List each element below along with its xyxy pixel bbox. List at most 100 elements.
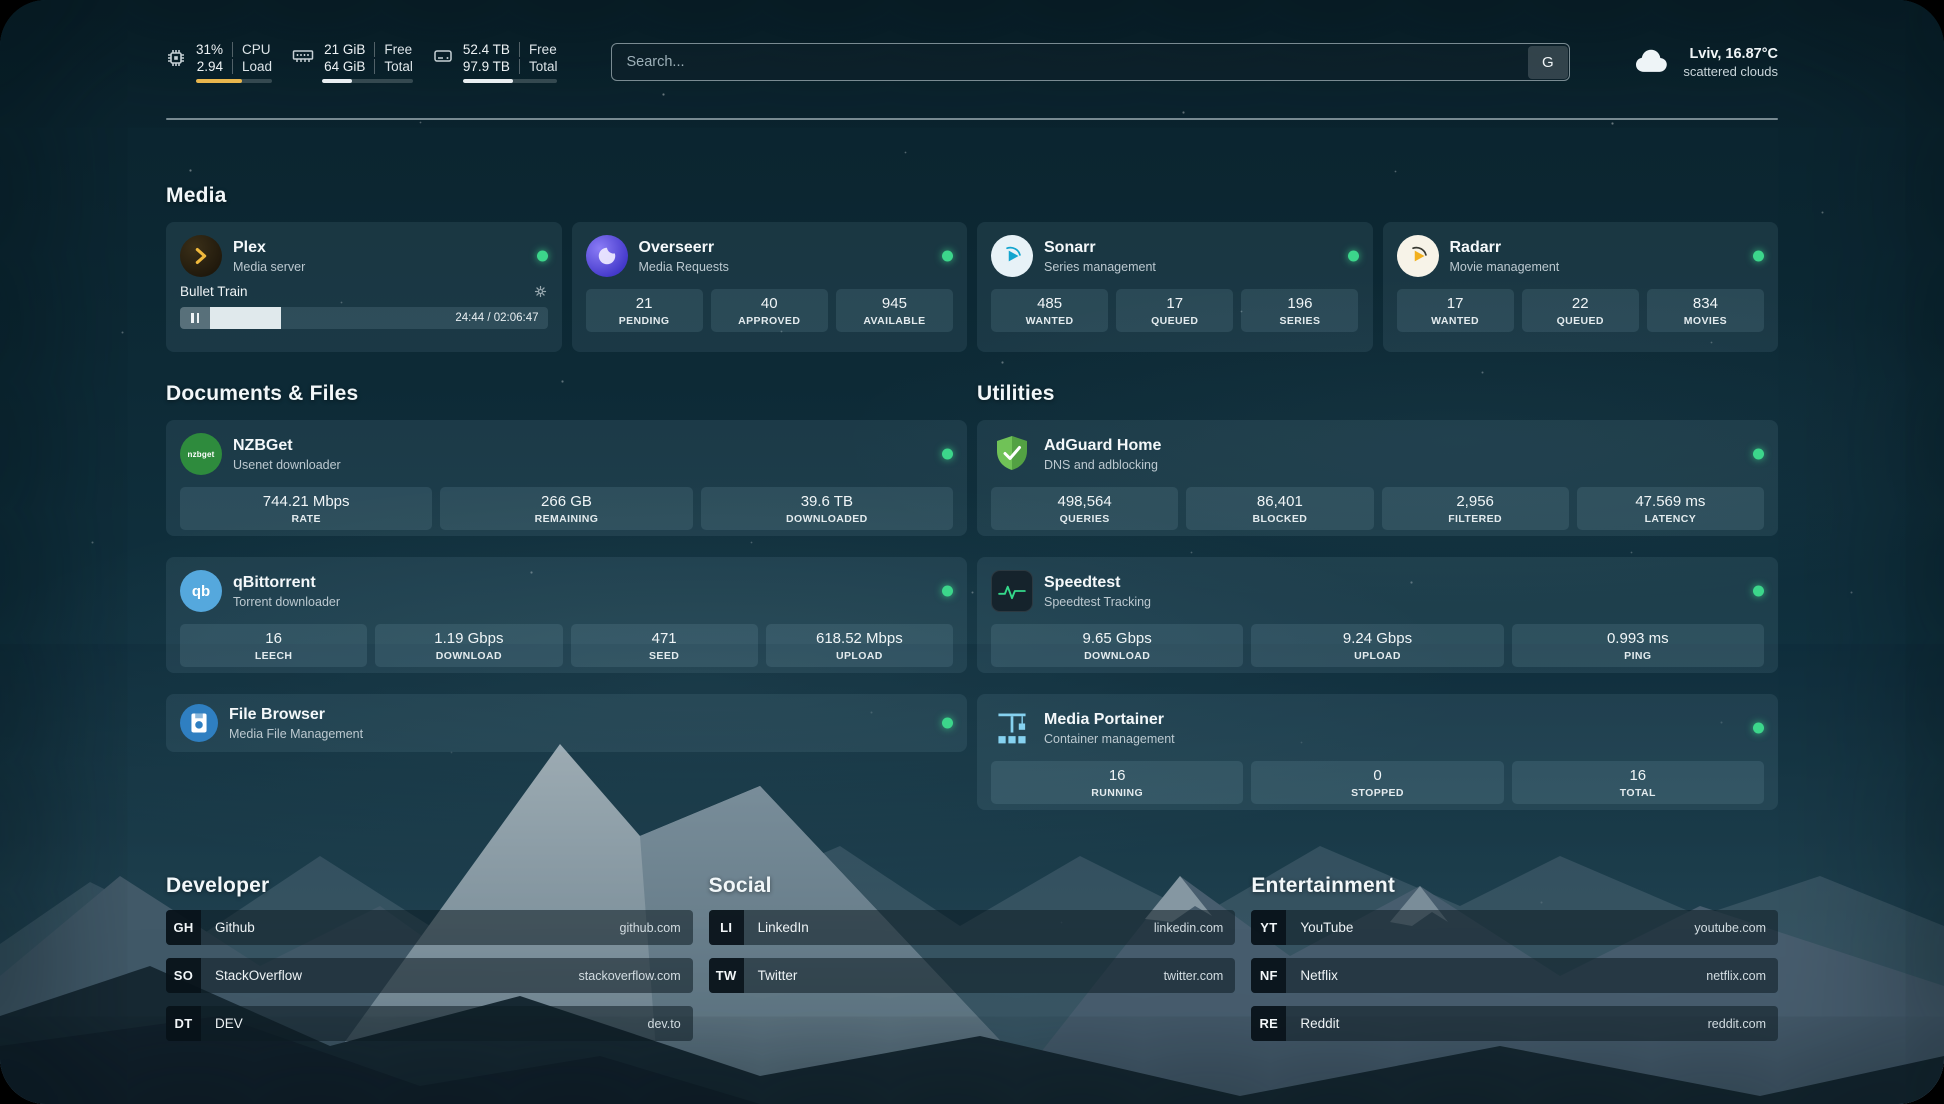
qbittorrent-icon-text: qb	[192, 583, 210, 600]
cpu-load: 2.94	[196, 59, 232, 74]
youtube-badge-icon: YT	[1251, 910, 1286, 945]
pause-button[interactable]	[180, 307, 210, 329]
nzbget-icon-text: nzbget	[188, 450, 215, 459]
link-twitter[interactable]: TW Twitter twitter.com	[709, 958, 1236, 993]
link-github[interactable]: GH Github github.com	[166, 910, 693, 945]
link-linkedin[interactable]: LI LinkedIn linkedin.com	[709, 910, 1236, 945]
disk-total: 97.9 TB	[463, 59, 519, 74]
stat-value: 17	[1120, 295, 1229, 312]
link-name: Netflix	[1300, 968, 1338, 983]
stat-label: QUERIES	[995, 513, 1174, 525]
background-snow-specks	[0, 0, 1, 1]
cpu-load-label: Load	[232, 59, 272, 74]
stat-label: DOWNLOAD	[995, 650, 1239, 662]
card-portainer[interactable]: Media Portainer Container management 16 …	[977, 694, 1778, 810]
section-title-developer: Developer	[166, 874, 693, 898]
app-desc: Media server	[233, 260, 305, 274]
app-name: Speedtest	[1044, 574, 1151, 592]
app-desc: Usenet downloader	[233, 458, 341, 472]
stat-label: LATENCY	[1581, 513, 1760, 525]
cpu-label: CPU	[232, 42, 272, 57]
social-column: Social LI LinkedIn linkedin.com TW Twitt…	[709, 874, 1236, 993]
topbar-divider	[166, 118, 1778, 120]
stat-label: RUNNING	[995, 787, 1239, 799]
stat-box: 16 LEECH	[180, 624, 367, 667]
card-filebrowser[interactable]: File Browser Media File Management	[166, 694, 967, 752]
stat-label: BLOCKED	[1190, 513, 1369, 525]
memory-usage-fill	[322, 79, 352, 83]
stat-box: 17 QUEUED	[1116, 289, 1233, 332]
link-url: linkedin.com	[1154, 921, 1223, 935]
disk-total-label: Total	[519, 59, 558, 74]
stat-label: DOWNLOADED	[705, 513, 949, 525]
status-dot	[1753, 586, 1764, 597]
stat-value: 0	[1255, 767, 1499, 784]
search-input[interactable]	[611, 43, 1570, 81]
stat-box: 1.19 Gbps DOWNLOAD	[375, 624, 562, 667]
app-desc: Movie management	[1450, 260, 1560, 274]
radarr-icon	[1397, 235, 1439, 277]
card-qbittorrent[interactable]: qb qBittorrent Torrent downloader 16	[166, 557, 967, 673]
app-name: AdGuard Home	[1044, 437, 1161, 455]
gear-icon[interactable]	[533, 284, 548, 299]
stat-value: 196	[1245, 295, 1354, 312]
link-netflix[interactable]: NF Netflix netflix.com	[1251, 958, 1778, 993]
cpu-usage-bar	[196, 79, 272, 83]
media-card-grid: Plex Media server Bullet Train	[166, 222, 1778, 352]
documents-column: Documents & Files nzbget NZBGet Usenet d…	[166, 382, 967, 752]
disk-usage-fill	[463, 79, 513, 83]
twitter-badge-icon: TW	[709, 958, 744, 993]
stat-value: 9.24 Gbps	[1255, 630, 1499, 647]
cloud-icon	[1632, 45, 1670, 80]
link-youtube[interactable]: YT YouTube youtube.com	[1251, 910, 1778, 945]
stat-box: 86,401 BLOCKED	[1186, 487, 1373, 530]
github-badge-icon: GH	[166, 910, 201, 945]
card-adguard[interactable]: AdGuard Home DNS and adblocking 498,564 …	[977, 420, 1778, 536]
app-name: Plex	[233, 239, 305, 257]
section-title-utilities: Utilities	[977, 382, 1778, 406]
link-name: Github	[215, 920, 255, 935]
stat-value: 16	[1516, 767, 1760, 784]
link-stackoverflow[interactable]: SO StackOverflow stackoverflow.com	[166, 958, 693, 993]
stat-label: SEED	[575, 650, 754, 662]
card-overseerr[interactable]: Overseerr Media Requests 21 PENDING 40 A…	[572, 222, 968, 352]
card-sonarr[interactable]: Sonarr Series management 485 WANTED 17 Q…	[977, 222, 1373, 352]
stat-box: 945 AVAILABLE	[836, 289, 953, 332]
section-title-documents: Documents & Files	[166, 382, 967, 406]
stat-label: WANTED	[995, 315, 1104, 327]
stat-value: 47.569 ms	[1581, 493, 1760, 510]
status-dot	[1753, 251, 1764, 262]
cpu-usage-fill	[196, 79, 242, 83]
section-title-entertainment: Entertainment	[1251, 874, 1778, 898]
card-radarr[interactable]: Radarr Movie management 17 WANTED 22 QUE…	[1383, 222, 1779, 352]
link-name: DEV	[215, 1016, 243, 1031]
link-dev[interactable]: DT DEV dev.to	[166, 1006, 693, 1041]
card-plex[interactable]: Plex Media server Bullet Train	[166, 222, 562, 352]
entertainment-column: Entertainment YT YouTube youtube.com NF …	[1251, 874, 1778, 1041]
memory-free-label: Free	[374, 42, 413, 57]
now-playing-title: Bullet Train	[180, 284, 248, 299]
stat-box: 266 GB REMAINING	[440, 487, 692, 530]
app-name: File Browser	[229, 706, 363, 724]
stat-box: 2,956 FILTERED	[1382, 487, 1569, 530]
stat-label: UPLOAD	[770, 650, 949, 662]
overseerr-icon	[586, 235, 628, 277]
reddit-badge-icon: RE	[1251, 1006, 1286, 1041]
resource-widgets: 31% CPU 2.94 Load	[166, 42, 557, 83]
stat-value: 498,564	[995, 493, 1174, 510]
filebrowser-icon	[180, 704, 218, 742]
stat-value: 471	[575, 630, 754, 647]
card-nzbget[interactable]: nzbget NZBGet Usenet downloader 744.21 M…	[166, 420, 967, 536]
stat-box: 744.21 Mbps RATE	[180, 487, 432, 530]
dashboard-screen: 31% CPU 2.94 Load	[0, 0, 1944, 1104]
stat-label: TOTAL	[1516, 787, 1760, 799]
plex-progress[interactable]: 24:44 / 02:06:47	[180, 307, 548, 329]
memory-usage-bar	[322, 79, 413, 83]
stat-label: QUEUED	[1526, 315, 1635, 327]
card-speedtest[interactable]: Speedtest Speedtest Tracking 9.65 Gbps D…	[977, 557, 1778, 673]
link-reddit[interactable]: RE Reddit reddit.com	[1251, 1006, 1778, 1041]
disk-free: 52.4 TB	[463, 42, 519, 57]
weather-widget: Lviv, 16.87°C scattered clouds	[1632, 45, 1778, 80]
search-provider-button[interactable]: G	[1528, 46, 1568, 79]
stat-value: 22	[1526, 295, 1635, 312]
